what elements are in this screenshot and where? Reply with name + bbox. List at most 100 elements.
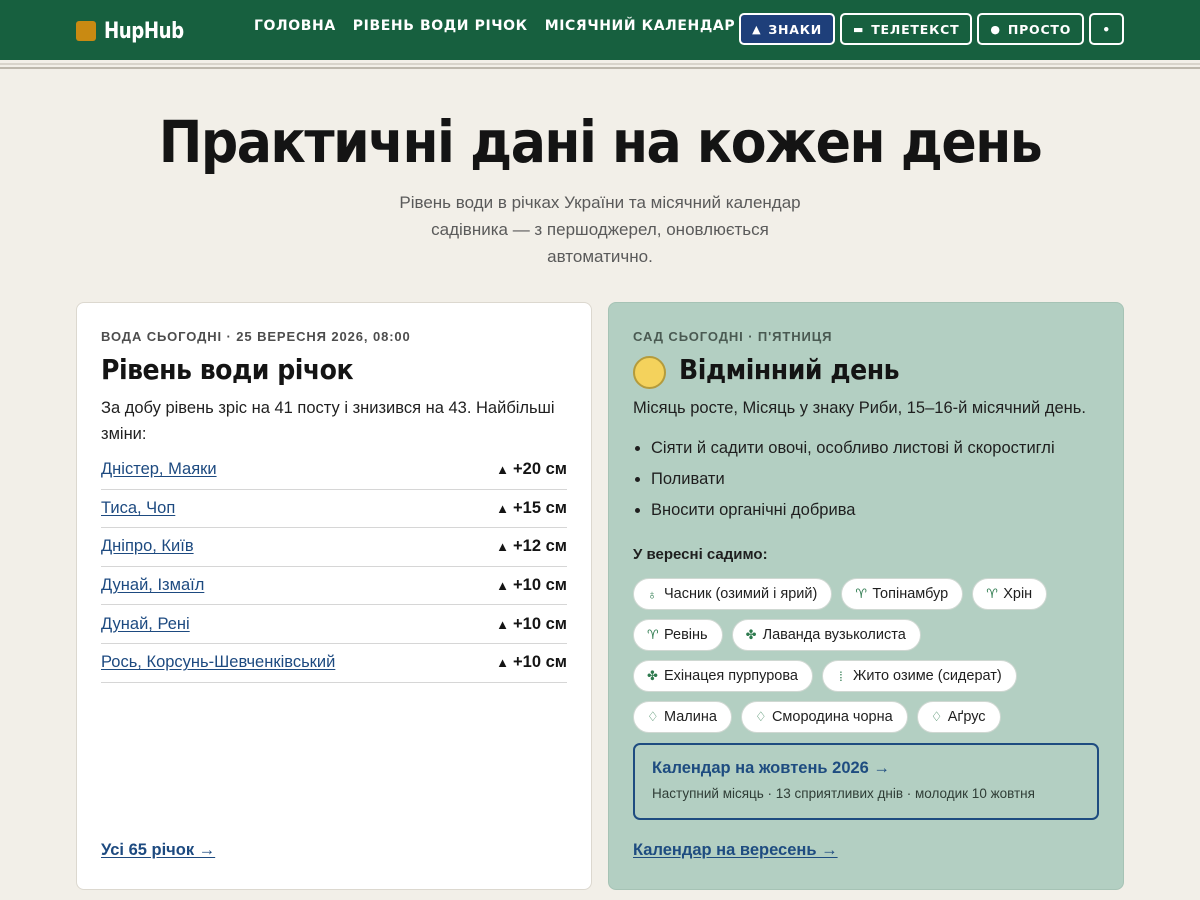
garden-title: Відмінний день xyxy=(679,353,900,386)
sprout-icon: ♈ xyxy=(647,627,659,642)
mode-signs-label: ЗНАКИ xyxy=(768,21,823,37)
plant-chip[interactable]: ✤ Ехінацея пурпурова xyxy=(633,660,813,692)
plant-chip[interactable]: ♢ Малина xyxy=(633,701,732,733)
river-link[interactable]: Дунай, Рені xyxy=(101,615,190,634)
plant-chip-label: Хрін xyxy=(1003,586,1033,602)
plant-chip-label: Жито озиме (сидерат) xyxy=(852,668,1002,684)
mode-signs-button[interactable]: ▲ ЗНАКИ xyxy=(739,13,836,45)
plant-chip[interactable]: ✤ Лаванда вузьколиста xyxy=(731,619,921,651)
all-rivers-link[interactable]: Усі 65 річок → xyxy=(101,841,215,860)
rise-icon: ▲ xyxy=(496,578,510,594)
water-card: ВОДА СЬОГОДНІ · 25 ВЕРЕСНЯ 2026, 08:00 Р… xyxy=(76,302,592,890)
river-change-value: +10 см xyxy=(513,576,567,595)
current-month-calendar-link[interactable]: Календар на вересень → xyxy=(633,841,838,860)
next-month-subtitle: Наступний місяць · 13 сприятливих днів ·… xyxy=(652,786,1035,801)
mode-dot-button[interactable]: • xyxy=(1089,13,1124,45)
garden-tip: Поливати xyxy=(651,464,1101,495)
garden-card: САД СЬОГОДНІ · П'ЯТНИЦЯ Відмінний день М… xyxy=(608,302,1124,890)
herb-icon: ✤ xyxy=(745,627,757,642)
plant-chip-label: Часник (озимий і ярий) xyxy=(664,586,818,602)
mode-teletext-label: ТЕЛЕТЕКСТ xyxy=(871,21,960,37)
main-nav: ГОЛОВНА РІВЕНЬ ВОДИ РІЧОК МІСЯЧНИЙ КАЛЕН… xyxy=(254,18,752,34)
triangle-icon: ▲ xyxy=(752,22,762,36)
nav-home[interactable]: ГОЛОВНА xyxy=(254,18,336,34)
rectangle-icon: ▬ xyxy=(853,22,865,36)
river-change: ▲ +10 см xyxy=(496,653,567,672)
garden-tips-list: Сіяти й садити овочі, особливо листові й… xyxy=(651,433,1101,526)
sprout-icon: ♈ xyxy=(986,586,998,601)
plant-chip[interactable]: ♢ Аґрус xyxy=(916,701,1001,733)
river-change: ▲ +15 см xyxy=(496,499,567,518)
rise-icon: ▲ xyxy=(496,539,510,555)
rise-icon: ▲ xyxy=(496,655,510,671)
rise-icon: ▲ xyxy=(496,616,510,632)
river-change-value: +10 см xyxy=(513,653,567,672)
sprout-icon: ♈ xyxy=(855,586,867,601)
nav-water-level[interactable]: РІВЕНЬ ВОДИ РІЧОК xyxy=(353,18,528,34)
river-changes-list: Дністер, Маяки ▲ +20 см Тиса, Чоп ▲ +15 см… xyxy=(101,451,567,683)
river-link[interactable]: Дніпро, Київ xyxy=(101,537,194,556)
plant-chip[interactable]: ♁ Часник (озимий і ярий) xyxy=(633,578,833,610)
plant-chip-label: Аґрус xyxy=(947,709,986,725)
river-link[interactable]: Дунай, Ізмаїл xyxy=(101,576,204,595)
header-divider xyxy=(0,60,1200,69)
mode-simple-label: ПРОСТО xyxy=(1007,21,1072,37)
garden-summary: Місяць росте, Місяць у знаку Риби, 15–16… xyxy=(633,399,1086,417)
river-change: ▲ +10 см xyxy=(496,576,567,595)
river-link[interactable]: Тиса, Чоп xyxy=(101,499,175,518)
mode-simple-button[interactable]: ● ПРОСТО xyxy=(977,13,1085,45)
sowing-label: У вересні садимо: xyxy=(633,546,768,563)
river-change: ▲ +12 см xyxy=(496,537,567,556)
berry-icon: ♢ xyxy=(930,709,943,724)
plant-chip-label: Топінамбур xyxy=(872,586,949,602)
river-change-value: +10 см xyxy=(513,614,567,633)
plant-chips: ♁ Часник (озимий і ярий) ♈ Топінамбур ♈ Хрі… xyxy=(633,578,1103,733)
garden-eyebrow: САД СЬОГОДНІ · П'ЯТНИЦЯ xyxy=(633,329,833,344)
plant-chip-label: Малина xyxy=(664,709,717,725)
next-month-calendar-card[interactable]: Календар на жовтень 2026 → Наступний міс… xyxy=(633,743,1099,820)
mode-teletext-button[interactable]: ▬ ТЕЛЕТЕКСТ xyxy=(840,13,973,45)
river-row: Рось, Корсунь-Шевченківський ▲ +10 см xyxy=(101,644,567,683)
dot-icon: • xyxy=(1102,21,1111,37)
berry-icon: ♢ xyxy=(754,709,767,724)
river-row: Тиса, Чоп ▲ +15 см xyxy=(101,490,567,529)
plant-chip-label: Ехінацея пурпурова xyxy=(664,668,798,684)
moon-icon xyxy=(633,356,666,389)
river-link[interactable]: Дністер, Маяки xyxy=(101,460,217,479)
view-mode-toolbar: ▲ ЗНАКИ ▬ ТЕЛЕТЕКСТ ● ПРОСТО • xyxy=(739,13,1124,45)
nav-moon-calendar[interactable]: МІСЯЧНИЙ КАЛЕНДАР xyxy=(545,18,735,34)
plant-chip[interactable]: ♢ Смородина чорна xyxy=(740,701,908,733)
water-eyebrow: ВОДА СЬОГОДНІ · 25 ВЕРЕСНЯ 2026, 08:00 xyxy=(101,329,411,344)
river-change-value: +15 см xyxy=(513,498,567,517)
site-header: HupHub ГОЛОВНА РІВЕНЬ ВОДИ РІЧОК МІСЯЧНИ… xyxy=(0,0,1200,60)
garlic-icon: ♁ xyxy=(647,586,657,602)
river-row: Дунай, Ізмаїл ▲ +10 см xyxy=(101,567,567,606)
page-title: Практичні дані на кожен день xyxy=(158,108,1043,176)
water-summary: За добу рівень зріс на 41 посту і знизив… xyxy=(101,399,555,443)
herb-icon: ✤ xyxy=(647,668,658,683)
garden-tip: Вносити органічні добрива xyxy=(651,495,1101,526)
river-change: ▲ +10 см xyxy=(496,615,567,634)
river-change: ▲ +20 см xyxy=(496,460,567,479)
plant-chip[interactable]: ♈ Ревінь xyxy=(633,619,723,651)
plant-chip[interactable]: ♈ Хрін xyxy=(972,578,1048,610)
plant-chip[interactable]: ⁞ Жито озиме (сидерат) xyxy=(821,660,1017,692)
river-row: Дністер, Маяки ▲ +20 см xyxy=(101,451,567,490)
river-row: Дніпро, Київ ▲ +12 см xyxy=(101,528,567,567)
river-change-value: +12 см xyxy=(513,537,567,556)
garden-tip: Сіяти й садити овочі, особливо листові й… xyxy=(651,433,1101,464)
rise-icon: ▲ xyxy=(496,462,510,478)
river-change-value: +20 см xyxy=(513,460,567,479)
plant-chip-label: Лаванда вузьколиста xyxy=(762,627,906,643)
river-link[interactable]: Рось, Корсунь-Шевченківський xyxy=(101,653,335,672)
circle-icon: ● xyxy=(990,22,1001,36)
next-month-title: Календар на жовтень 2026 → xyxy=(652,759,890,777)
plant-chip-label: Смородина чорна xyxy=(771,709,893,725)
logo-text: HupHub xyxy=(104,18,184,44)
plant-chip[interactable]: ♈ Топінамбур xyxy=(841,578,964,610)
rise-icon: ▲ xyxy=(496,500,510,516)
plant-chip-label: Ревінь xyxy=(664,627,708,643)
grain-icon: ⁞ xyxy=(839,668,843,684)
logo[interactable]: HupHub xyxy=(76,17,191,45)
water-title: Рівень води річок xyxy=(101,353,354,386)
